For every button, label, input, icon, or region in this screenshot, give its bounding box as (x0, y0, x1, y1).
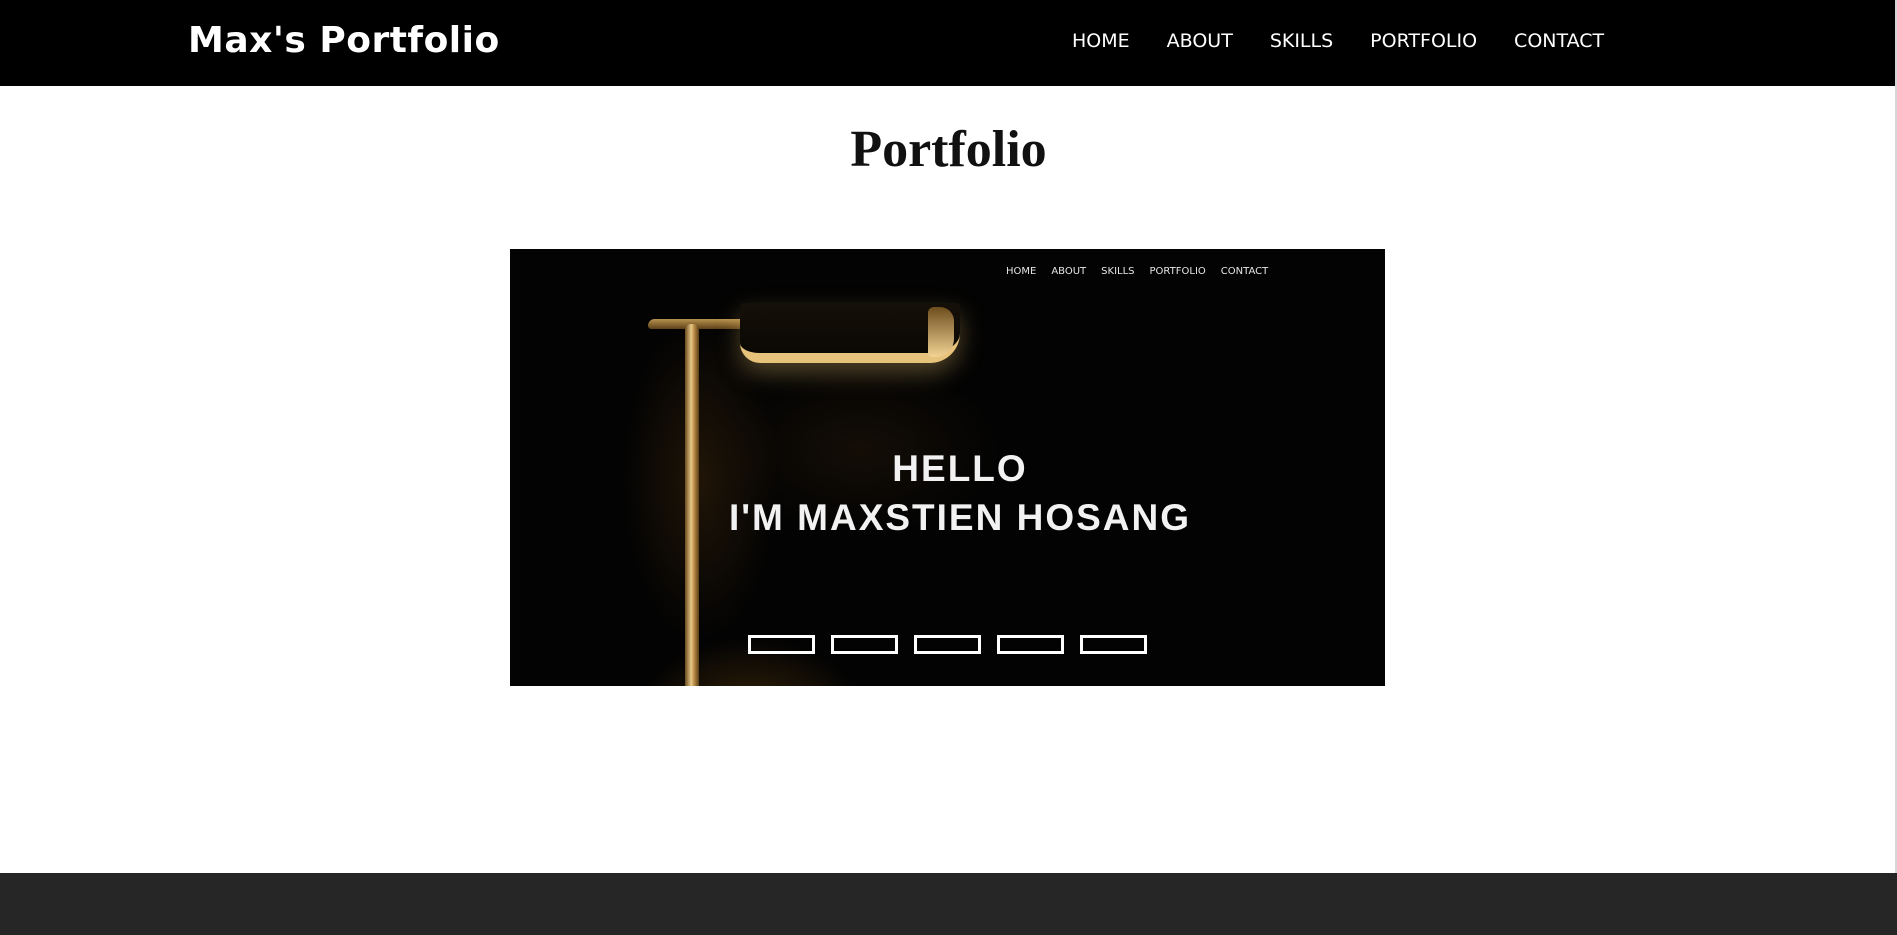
slide-indicator (914, 635, 981, 654)
slide-indicator (1080, 635, 1147, 654)
nav-link-home[interactable]: HOME (1072, 30, 1130, 52)
lamp-arm (648, 319, 750, 329)
page-title: Portfolio (850, 121, 1047, 178)
slide-indicator (748, 635, 815, 654)
slide-indicator (997, 635, 1064, 654)
preview-nav-about: ABOUT (1051, 266, 1087, 277)
nav-link-contact[interactable]: CONTACT (1514, 30, 1604, 52)
nav-links: HOME ABOUT SKILLS PORTFOLIO CONTACT (1072, 30, 1641, 52)
slide-indicator (831, 635, 898, 654)
preview-nav-portfolio: PORTFOLIO (1149, 266, 1206, 277)
preview-nav-contact: CONTACT (1220, 266, 1269, 277)
hero-line-1: HELLO (892, 448, 1028, 489)
preview-nav-home: HOME (1006, 266, 1037, 277)
nav-link-portfolio[interactable]: PORTFOLIO (1370, 30, 1477, 52)
site-logo[interactable]: Max's Portfolio (188, 20, 500, 61)
slide-indicators (748, 635, 1163, 654)
nav-link-skills[interactable]: SKILLS (1270, 30, 1333, 52)
preview-nav-skills: SKILLS (1101, 266, 1135, 277)
top-navbar: Max's Portfolio HOME ABOUT SKILLS PORTFO… (0, 0, 1897, 86)
hero-line-2: I'M MAXSTIEN HOSANG (728, 497, 1192, 538)
lamp-head (740, 303, 960, 363)
nav-link-about[interactable]: ABOUT (1167, 30, 1233, 52)
preview-nav: HOME ABOUT SKILLS PORTFOLIO CONTACT (1006, 266, 1283, 277)
lamp-tip (928, 307, 954, 357)
footer (0, 873, 1897, 935)
project-preview-image[interactable]: HOME ABOUT SKILLS PORTFOLIO CONTACT HELL… (510, 249, 1385, 686)
preview-hero-text: HELLO I'M MAXSTIEN HOSANG (510, 444, 1385, 542)
